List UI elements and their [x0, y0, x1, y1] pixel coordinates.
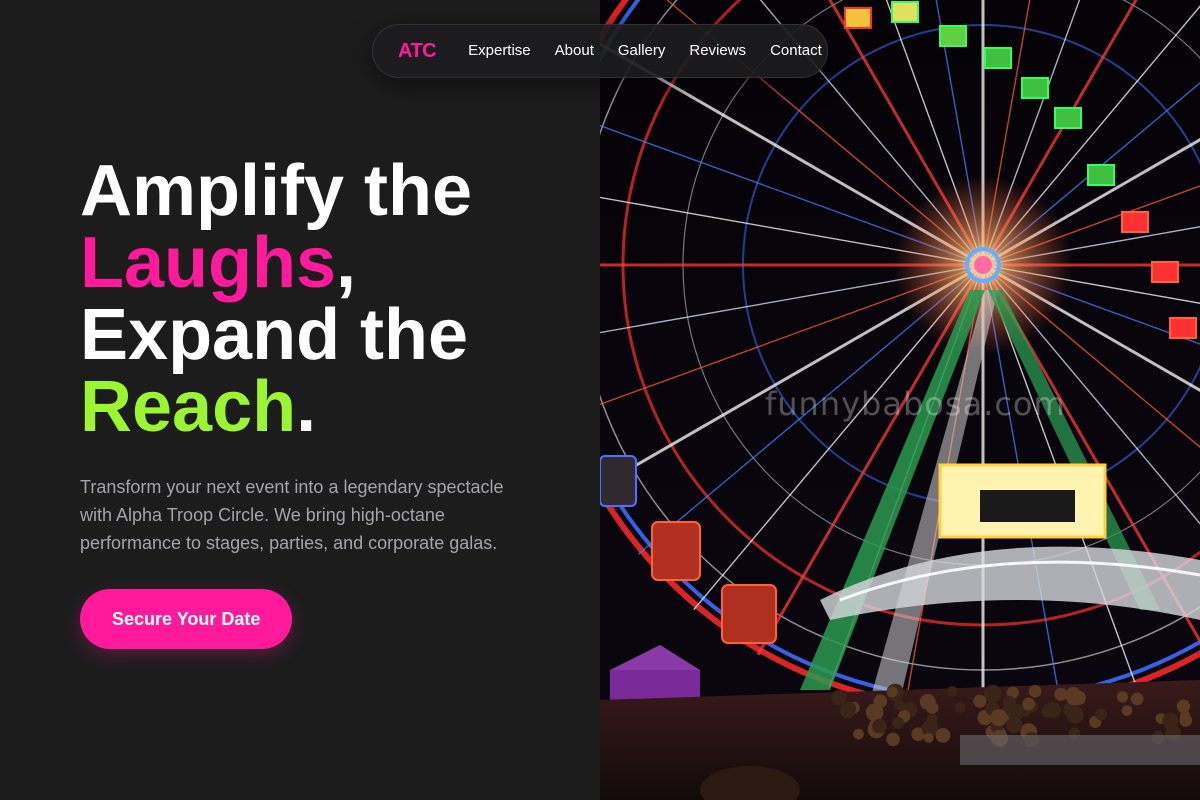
crowd-head	[1054, 687, 1068, 701]
crowd-head	[1002, 695, 1016, 710]
crowd-head	[954, 702, 966, 713]
secure-date-button[interactable]: Secure Your Date	[80, 589, 293, 649]
crowd-head	[947, 686, 958, 697]
crowd-head	[1130, 692, 1144, 706]
crowd-head	[887, 686, 898, 698]
crowd-head	[1162, 712, 1179, 730]
headline-period: .	[296, 367, 317, 447]
nav-link-gallery[interactable]: Gallery	[618, 42, 666, 59]
hero-image-ferris-wheel: funnybabosa.com	[600, 0, 1200, 800]
crowd-head	[984, 684, 1002, 703]
headline-line-3: Expand the	[80, 295, 469, 375]
crowd-head	[923, 732, 934, 743]
crowd-head	[886, 732, 900, 747]
nav-link-contact[interactable]: Contact	[770, 42, 822, 59]
nav-links: Expertise About Gallery Reviews Contact	[468, 42, 822, 60]
headline-comma: ,	[336, 223, 357, 303]
headline-line-2: Laughs,	[80, 227, 580, 299]
crowd-head	[842, 701, 857, 716]
image-watermark: funnybabosa.com	[765, 385, 1066, 423]
crowd-head	[1095, 708, 1107, 721]
hero-headline: Amplify the Laughs, Expand the Reach.	[80, 155, 580, 443]
page: Amplify the Laughs, Expand the Reach. Tr…	[0, 0, 1200, 800]
headline-line-1: Amplify the	[80, 151, 473, 231]
crowd-head	[893, 700, 905, 711]
crowd-head	[973, 694, 987, 708]
crowd-head	[1022, 697, 1036, 711]
hero-section: Amplify the Laughs, Expand the Reach. Tr…	[80, 155, 580, 649]
headline-highlight-reach: Reach	[80, 367, 297, 447]
nav-link-reviews[interactable]: Reviews	[689, 42, 746, 59]
crowd-head	[872, 718, 887, 734]
top-nav: ATC Expertise About Gallery Reviews Cont…	[372, 24, 828, 78]
headline-highlight-laughs: Laughs	[80, 223, 337, 303]
crowd-head	[926, 713, 938, 725]
crowd-head	[873, 694, 888, 708]
crowd-head	[935, 727, 951, 743]
headline-line-4: Reach.	[80, 371, 580, 443]
crowd-head	[1116, 691, 1129, 703]
crowd-head	[1121, 705, 1133, 716]
hero-description: Transform your next event into a legenda…	[80, 477, 504, 553]
crowd-head	[1066, 689, 1082, 706]
crowd-head	[990, 709, 1008, 727]
crowd-head	[1028, 684, 1042, 698]
crowd-head	[925, 701, 939, 714]
crowd-head	[831, 689, 847, 706]
crowd-head	[1179, 714, 1193, 727]
crowd-head	[1041, 706, 1053, 718]
brand-logo[interactable]: ATC	[398, 40, 437, 63]
crowd-head	[892, 716, 904, 729]
nav-link-expertise[interactable]: Expertise	[468, 42, 531, 59]
crowd-head	[853, 728, 864, 740]
nav-link-about[interactable]: About	[555, 42, 594, 59]
